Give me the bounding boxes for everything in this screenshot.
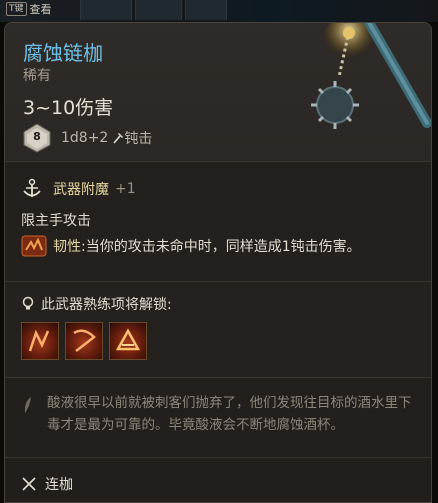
footer-section: 连枷 [5,457,431,502]
d8-dice-icon: 8 [23,123,51,153]
item-name: 腐蚀链枷 [23,41,103,65]
brace-strike-icon[interactable] [21,322,59,360]
hotkey-badge: T键 [6,2,27,16]
hammer-icon [113,133,124,144]
damage-dice-row: 8 1d8+2 钝击 [23,123,152,153]
hotbar-slot[interactable] [80,0,132,20]
lightbulb-icon [22,296,34,310]
hotbar-slot[interactable] [135,0,182,20]
toughness-row: 韧性: 当你的攻击未命中时，同样造成1钝击伤害。 [21,234,421,258]
mastery-title-row: 此武器熟练项将解锁: [21,294,172,314]
item-tooltip: 腐蚀链枷 稀有 3~10伤害 8 1d8+2 钝击 武器附魔 +1 限主手攻击 … [4,22,432,503]
flail-weapon-art [311,23,431,129]
lore-section: 酸液很早以前就被刺客们抛弃了，他们发现往目标的酒水里下毒才是最为可靠的。毕竟酸液… [5,377,431,457]
weapon-category: 连枷 [45,477,73,493]
toughness-name: 韧性: [53,239,86,255]
item-rarity: 稀有 [23,68,51,84]
item-damage: 3~10伤害 [23,97,114,119]
enchant-value: +1 [115,181,136,197]
dice-formula-row: 1d8+2 钝击 [61,128,152,148]
enchant-section: 武器附魔 +1 限主手攻击 韧性: 当你的攻击未命中时，同样造成1钝击伤害。 [5,161,431,281]
topple-strike-icon[interactable] [65,322,103,360]
mastery-title: 此武器熟练项将解锁: [41,297,172,313]
mainhand-restriction: 限主手攻击 [21,213,91,229]
weapon-category-row: 连枷 [21,474,73,494]
dice-value: 8 [33,130,41,143]
crushing-strike-icon[interactable] [109,322,147,360]
dice-formula: 1d8+2 [61,130,109,146]
toughness-icon [21,235,47,257]
examine-label: 查看 [29,3,52,16]
toughness-desc: 当你的攻击未命中时，同样造成1钝击伤害。 [85,239,361,255]
hotbar-slot[interactable] [185,0,227,20]
anchor-enchant-icon [23,178,41,197]
flail-category-icon [22,477,36,491]
damage-type: 钝击 [124,131,153,147]
mastery-section: 此武器熟练项将解锁: [5,281,431,377]
examine-hint[interactable]: T键 查看 [6,1,52,17]
mastery-skill-list [21,322,147,360]
top-hud-strip: T键 查看 [0,0,438,22]
enchant-label: 武器附魔 [53,182,109,198]
quill-icon [24,397,31,413]
lore-text: 酸液很早以前就被刺客们抛弃了，他们发现往目标的酒水里下毒才是最为可靠的。毕竟酸液… [47,395,412,433]
tooltip-header: 腐蚀链枷 稀有 3~10伤害 8 1d8+2 钝击 [5,23,431,161]
enchant-row: 武器附魔 +1 [21,178,136,200]
